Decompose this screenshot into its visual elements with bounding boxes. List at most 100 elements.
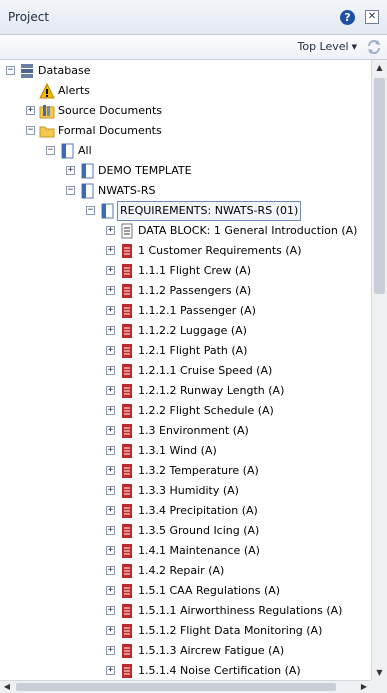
tree-node-label[interactable]: Source Documents — [58, 102, 162, 120]
tree-row[interactable]: − Formal Documents — [0, 122, 371, 140]
expand-icon[interactable]: + — [106, 506, 115, 515]
expand-icon[interactable]: + — [106, 526, 115, 535]
expand-icon[interactable]: + — [106, 226, 115, 235]
tree-row[interactable]: +1.1.1 Flight Crew (A) — [0, 262, 371, 280]
tree-node-label[interactable]: 1.3.3 Humidity (A) — [138, 482, 239, 500]
tree-row[interactable]: +1.5.1 CAA Regulations (A) — [0, 582, 371, 600]
expand-icon[interactable]: + — [106, 666, 115, 675]
expand-icon[interactable]: + — [106, 386, 115, 395]
tree-node-label[interactable]: Database — [38, 62, 91, 80]
expand-icon[interactable]: + — [26, 106, 35, 115]
collapse-icon[interactable]: − — [86, 206, 95, 215]
vertical-scrollbar[interactable]: ▲ ▼ — [371, 60, 387, 680]
tree-row[interactable]: − NWATS-RS — [0, 182, 371, 200]
tree-row[interactable]: +1.2.1.2 Runway Length (A) — [0, 382, 371, 400]
tree-row[interactable]: +1 Customer Requirements (A) — [0, 242, 371, 260]
tree-node-label[interactable]: DATA BLOCK: 1 General Introduction (A) — [138, 222, 357, 240]
tree-row[interactable]: +1.2.1 Flight Path (A) — [0, 342, 371, 360]
expand-icon[interactable]: + — [106, 566, 115, 575]
vertical-scroll-thumb[interactable] — [374, 78, 385, 294]
tree-node-label[interactable]: 1.5.1 CAA Regulations (A) — [138, 582, 280, 600]
scroll-up-icon[interactable]: ▲ — [372, 60, 387, 75]
close-icon[interactable]: ✕ — [365, 10, 379, 24]
tree-node-label[interactable]: 1.3.2 Temperature (A) — [138, 462, 259, 480]
tree-node-label[interactable]: 1.5.1.3 Aircrew Fatigue (A) — [138, 642, 284, 660]
expand-icon[interactable]: + — [106, 406, 115, 415]
expand-icon[interactable]: + — [106, 646, 115, 655]
scroll-right-icon[interactable]: ▶ — [357, 681, 371, 693]
tree-row[interactable]: +1.3 Environment (A) — [0, 422, 371, 440]
help-icon[interactable]: ? — [340, 10, 355, 25]
tree-row[interactable]: +1.3.3 Humidity (A) — [0, 482, 371, 500]
tree-node-label[interactable]: 1.1.2.1 Passenger (A) — [138, 302, 256, 320]
tree-node-label[interactable]: REQUIREMENTS: NWATS-RS (01) — [116, 201, 302, 221]
tree-node-label[interactable]: 1.2.2 Flight Schedule (A) — [138, 402, 274, 420]
tree-row[interactable]: +1.5.1.3 Aircrew Fatigue (A) — [0, 642, 371, 660]
tree-node-label[interactable]: 1.5.1.2 Flight Data Monitoring (A) — [138, 622, 322, 640]
expand-icon[interactable]: + — [106, 606, 115, 615]
scope-dropdown[interactable]: Top Level ▼ — [298, 40, 358, 53]
scroll-down-icon[interactable]: ▼ — [372, 665, 387, 680]
expand-icon[interactable]: + — [106, 266, 115, 275]
tree-row[interactable]: +1.3.5 Ground Icing (A) — [0, 522, 371, 540]
tree-row[interactable]: +1.1.2 Passengers (A) — [0, 282, 371, 300]
tree-node-label[interactable]: Formal Documents — [58, 122, 162, 140]
tree-node-label[interactable]: 1.2.1.2 Runway Length (A) — [138, 382, 284, 400]
tree-node-label[interactable]: 1.3.4 Precipitation (A) — [138, 502, 258, 520]
horizontal-scroll-thumb[interactable] — [16, 683, 336, 691]
tree-node-label[interactable]: 1 Customer Requirements (A) — [138, 242, 302, 260]
tree-node-label[interactable]: 1.2.1.1 Cruise Speed (A) — [138, 362, 272, 380]
refresh-icon[interactable] — [366, 39, 382, 55]
tree-row[interactable]: +1.3.4 Precipitation (A) — [0, 502, 371, 520]
tree-node-label[interactable]: 1.5.1.1 Airworthiness Regulations (A) — [138, 602, 342, 620]
tree-row[interactable]: +1.4.2 Repair (A) — [0, 562, 371, 580]
tree-row[interactable]: − Database — [0, 62, 371, 80]
tree-row[interactable]: +1.2.2 Flight Schedule (A) — [0, 402, 371, 420]
expand-icon[interactable]: + — [106, 446, 115, 455]
tree-node-label[interactable]: 1.3.1 Wind (A) — [138, 442, 217, 460]
tree-row[interactable]: +1.5.1.4 Noise Certification (A) — [0, 662, 371, 680]
tree-row[interactable]: − REQUIREMENTS: NWATS-RS (01) — [0, 201, 371, 221]
collapse-icon[interactable]: − — [66, 186, 75, 195]
tree-node-label[interactable]: 1.3 Environment (A) — [138, 422, 249, 440]
expand-icon[interactable]: + — [106, 326, 115, 335]
expand-icon[interactable]: + — [106, 286, 115, 295]
tree-row[interactable]: +1.3.2 Temperature (A) — [0, 462, 371, 480]
tree-row[interactable]: +1.1.2.1 Passenger (A) — [0, 302, 371, 320]
tree-node-label[interactable]: 1.5.1.4 Noise Certification (A) — [138, 662, 301, 680]
expand-icon[interactable]: + — [106, 486, 115, 495]
tree-row[interactable]: Alerts — [0, 82, 371, 100]
tree-row[interactable]: + Source Documents — [0, 102, 371, 120]
expand-icon[interactable]: + — [106, 366, 115, 375]
horizontal-scrollbar[interactable]: ◀ ▶ — [0, 680, 371, 693]
tree-row[interactable]: +1.5.1.1 Airworthiness Regulations (A) — [0, 602, 371, 620]
expand-icon[interactable]: + — [106, 586, 115, 595]
tree-row[interactable]: − All — [0, 142, 371, 160]
collapse-icon[interactable]: − — [6, 66, 15, 75]
tree-node-label[interactable]: 1.1.1 Flight Crew (A) — [138, 262, 251, 280]
tree-node-label[interactable]: 1.1.2.2 Luggage (A) — [138, 322, 247, 340]
tree-row[interactable]: +1.1.2.2 Luggage (A) — [0, 322, 371, 340]
tree-row[interactable]: +1.5.1.2 Flight Data Monitoring (A) — [0, 622, 371, 640]
expand-icon[interactable]: + — [106, 306, 115, 315]
expand-icon[interactable]: + — [106, 346, 115, 355]
expand-icon[interactable]: + — [106, 426, 115, 435]
tree-node-label[interactable]: 1.1.2 Passengers (A) — [138, 282, 251, 300]
expand-icon[interactable]: + — [66, 166, 75, 175]
tree-node-label[interactable]: Alerts — [58, 82, 90, 100]
scroll-left-icon[interactable]: ◀ — [0, 681, 14, 693]
collapse-icon[interactable]: − — [26, 126, 35, 135]
expand-icon[interactable]: + — [106, 246, 115, 255]
tree-node-label[interactable]: All — [78, 142, 92, 160]
tree-node-label[interactable]: 1.3.5 Ground Icing (A) — [138, 522, 259, 540]
expand-icon[interactable]: + — [106, 546, 115, 555]
tree-node-label[interactable]: 1.2.1 Flight Path (A) — [138, 342, 247, 360]
tree-row[interactable]: +1.2.1.1 Cruise Speed (A) — [0, 362, 371, 380]
tree-row[interactable]: + DATA BLOCK: 1 General Introduction (A) — [0, 222, 371, 240]
tree-node-label[interactable]: 1.4.2 Repair (A) — [138, 562, 224, 580]
tree-node-label[interactable]: NWATS-RS — [98, 182, 155, 200]
tree-node-label[interactable]: 1.4.1 Maintenance (A) — [138, 542, 260, 560]
expand-icon[interactable]: + — [106, 626, 115, 635]
expand-icon[interactable]: + — [106, 466, 115, 475]
tree-row[interactable]: +1.4.1 Maintenance (A) — [0, 542, 371, 560]
